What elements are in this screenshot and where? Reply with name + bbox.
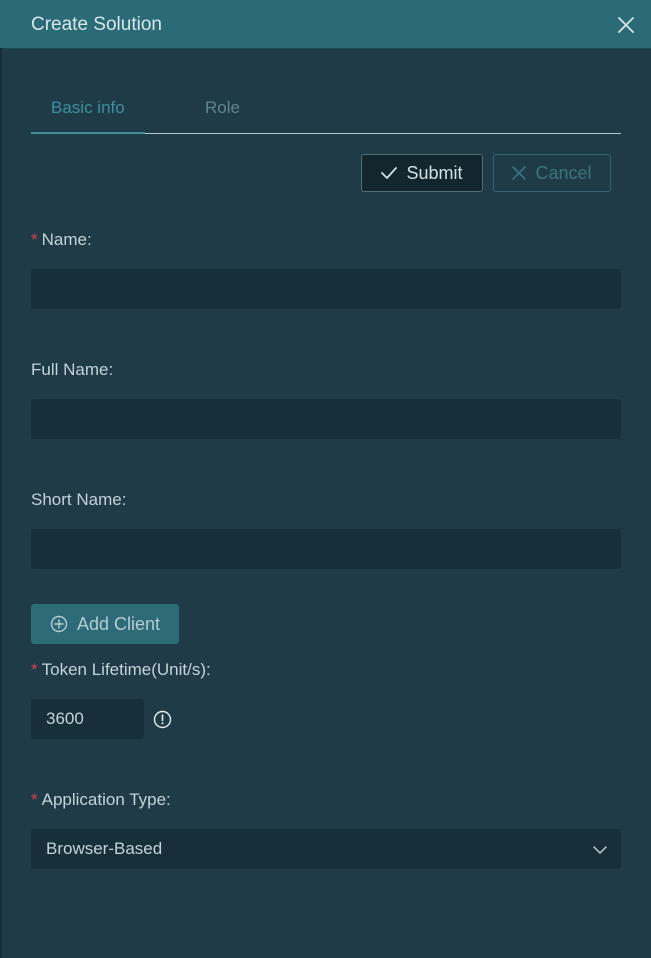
application-type-select[interactable]: Browser-Based (31, 829, 621, 869)
submit-label: Submit (406, 162, 463, 183)
chevron-down-icon (593, 842, 607, 856)
application-type-label: * Application Type: (31, 790, 171, 809)
info-icon[interactable] (153, 710, 172, 729)
full-name-input[interactable] (31, 399, 621, 439)
application-type-value: Browser-Based (46, 839, 163, 858)
active-tab-indicator (31, 132, 145, 134)
short-name-input[interactable] (31, 529, 621, 569)
token-lifetime-label: * Token Lifetime(Unit/s): (31, 660, 211, 679)
required-marker: * (31, 230, 38, 249)
required-marker: * (31, 790, 38, 809)
name-label: * Name: (31, 230, 92, 249)
plus-circle-icon (50, 615, 68, 633)
check-icon (381, 167, 398, 179)
short-name-label: Short Name: (31, 490, 127, 509)
full-name-label: Full Name: (31, 360, 114, 379)
required-marker: * (31, 660, 38, 679)
dialog-header: Create Solution (0, 0, 651, 49)
add-client-label: Add Client (76, 613, 161, 634)
tab-role[interactable]: Role (205, 98, 240, 118)
cancel-label: Cancel (535, 162, 592, 183)
x-icon (512, 166, 527, 180)
name-input[interactable] (31, 269, 621, 309)
cancel-button[interactable]: Cancel (493, 154, 611, 192)
token-lifetime-input[interactable]: 3600 (31, 699, 144, 739)
divider (0, 48, 2, 958)
add-client-button[interactable]: Add Client (31, 604, 179, 644)
submit-button[interactable]: Submit (361, 154, 483, 192)
tab-bar: Basic info Role (31, 90, 621, 134)
dialog-title: Create Solution (31, 14, 162, 35)
create-solution-dialog: Create Solution Basic info Role Submit C… (0, 0, 651, 958)
close-icon[interactable] (613, 12, 639, 38)
tab-basic-info[interactable]: Basic info (51, 98, 125, 118)
